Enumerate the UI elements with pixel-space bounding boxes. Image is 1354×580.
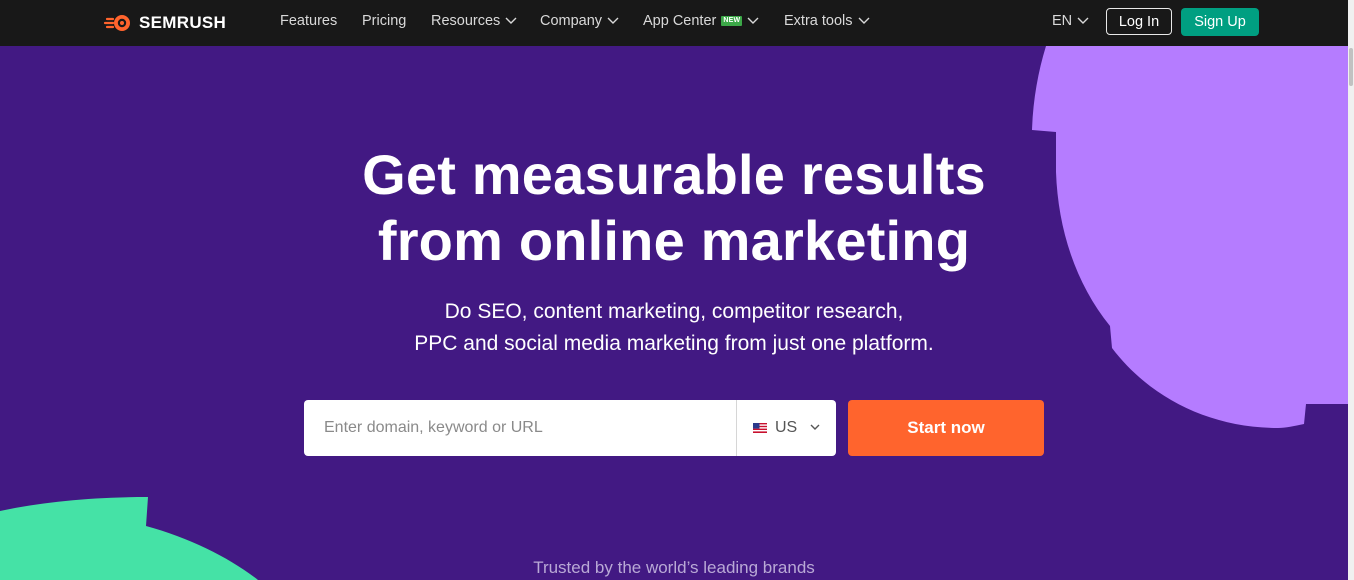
chevron-down-icon xyxy=(1077,17,1089,24)
country-code: US xyxy=(775,419,798,436)
chevron-down-icon xyxy=(607,17,619,24)
page-scrollbar[interactable] xyxy=(1348,0,1354,580)
hero-subtitle: Do SEO, content marketing, competitor re… xyxy=(0,296,1348,360)
country-selector[interactable]: US xyxy=(737,400,836,456)
language-label: EN xyxy=(1052,13,1073,29)
nav-item-label: Resources xyxy=(431,13,501,29)
hero-title: Get measurable results from online marke… xyxy=(0,142,1348,274)
trusted-by-text: Trusted by the world’s leading brands xyxy=(533,558,815,577)
hero-title-line: from online marketing xyxy=(377,209,971,272)
language-selector[interactable]: EN xyxy=(1052,13,1089,29)
us-flag-icon xyxy=(753,423,767,433)
start-now-button[interactable]: Start now xyxy=(848,400,1044,456)
nav-item-company[interactable]: Company xyxy=(540,13,619,29)
hero-title-line: Get measurable results xyxy=(362,143,986,206)
login-button[interactable]: Log In xyxy=(1106,8,1172,35)
new-badge: NEW xyxy=(721,16,743,26)
nav-item-label: Features xyxy=(280,13,338,29)
top-navigation: SEMRUSH Features Pricing Resources Compa… xyxy=(0,0,1354,46)
nav-item-label: Company xyxy=(540,13,603,29)
semrush-logo[interactable]: SEMRUSH xyxy=(103,12,226,34)
brand-name: SEMRUSH xyxy=(139,13,227,32)
decorative-shapes xyxy=(0,46,1348,580)
hero-subtitle-line: Do SEO, content marketing, competitor re… xyxy=(444,300,904,323)
nav-item-label: Extra tools xyxy=(784,13,853,29)
chevron-down-icon xyxy=(505,17,517,24)
nav-item-app-center[interactable]: App Center NEW xyxy=(643,13,759,29)
nav-item-extra-tools[interactable]: Extra tools xyxy=(784,13,870,29)
hero-subtitle-line: PPC and social media marketing from just… xyxy=(414,332,934,355)
nav-item-label: Pricing xyxy=(362,13,407,29)
scrollbar-thumb[interactable] xyxy=(1349,48,1353,86)
semrush-fire-icon xyxy=(103,15,130,31)
chevron-down-icon xyxy=(747,17,759,24)
chevron-down-icon xyxy=(858,17,869,24)
signup-button[interactable]: Sign Up xyxy=(1181,8,1259,36)
nav-item-resources[interactable]: Resources xyxy=(431,13,517,29)
nav-item-features[interactable]: Features xyxy=(280,13,337,29)
nav-item-label: App Center xyxy=(643,13,717,29)
chevron-down-icon xyxy=(810,424,820,430)
nav-item-pricing[interactable]: Pricing xyxy=(362,13,406,29)
search-input[interactable] xyxy=(304,400,736,456)
search-form: US xyxy=(304,400,836,456)
